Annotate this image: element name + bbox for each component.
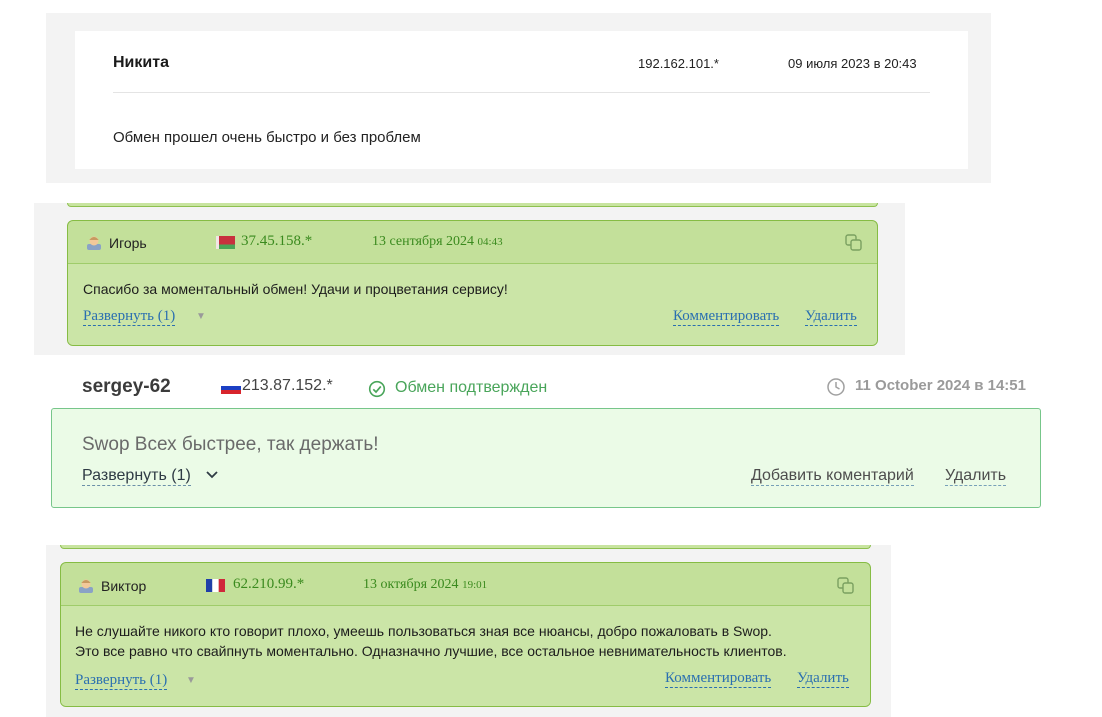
previous-review-edge (60, 545, 871, 549)
reviewer-name: Виктор (101, 578, 147, 594)
add-comment-link[interactable]: Добавить коментарий (751, 466, 914, 486)
review-date: 09 июля 2023 в 20:43 (788, 56, 917, 71)
review-date: 13 сентября 2024 04:43 (372, 234, 503, 250)
review-card-igor: Игорь 37.45.158.* 13 сентября 2024 04:43… (34, 203, 905, 355)
review-header: Игорь 37.45.158.* 13 сентября 2024 04:43 (68, 221, 877, 263)
previous-review-edge (67, 203, 878, 207)
france-flag-icon (206, 579, 225, 592)
expand-label: Развернуть (1) (75, 672, 168, 688)
reviewer-ip: 213.87.152.* (242, 377, 333, 394)
reviewer-ip: 62.210.99.* (233, 576, 305, 592)
chevron-down-icon[interactable] (205, 470, 219, 480)
reviewer-ip: 37.45.158.* (241, 233, 313, 249)
delete-link[interactable]: Удалить (945, 466, 1007, 486)
status-badge: Обмен подтвержден (395, 379, 548, 396)
review-header: Виктор 62.210.99.* 13 октября 2024 19:01 (61, 563, 870, 605)
user-avatar-icon (79, 579, 93, 593)
review-time: 04:43 (477, 236, 503, 248)
review-body: Не слушайте никого кто говорит плохо, ум… (61, 606, 870, 706)
chevron-down-icon: ▼ (196, 311, 206, 322)
copy-icon[interactable] (844, 233, 864, 253)
review-date-day: 13 сентября 2024 (372, 234, 475, 249)
review-text-line-2: Это все равно что свайпнуть моментально.… (75, 643, 787, 659)
review-time: 19:01 (462, 579, 488, 591)
review-date: 11 October 2024 в 14:51 (855, 377, 1026, 394)
delete-link[interactable]: Удалить (805, 308, 857, 326)
review-date-day: 13 октября 2024 (363, 577, 459, 592)
review-card-body: Никита 192.162.101.* 09 июля 2023 в 20:4… (75, 31, 968, 169)
expand-link[interactable]: Развернуть (1) (75, 672, 168, 690)
review-card-nikita: Никита 192.162.101.* 09 июля 2023 в 20:4… (46, 13, 991, 183)
reviewer-name: Никита (113, 54, 169, 71)
expand-link[interactable]: Развернуть (1) (83, 308, 176, 326)
belarus-flag-icon (216, 236, 235, 249)
user-avatar-icon (87, 236, 101, 250)
divider (113, 92, 930, 93)
clock-icon (827, 378, 845, 396)
copy-icon[interactable] (836, 576, 856, 596)
review-text: Swop Всех быстрее, так держать! (82, 434, 379, 455)
review-text: Спасибо за моментальный обмен! Удачи и п… (83, 281, 508, 297)
reviewer-ip: 192.162.101.* (638, 56, 719, 71)
expand-link[interactable]: Развернуть (1) (82, 466, 191, 486)
review-card-viktor: Виктор 62.210.99.* 13 октября 2024 19:01… (46, 545, 891, 717)
reviewer-name: sergey-62 (82, 376, 171, 397)
comment-link[interactable]: Комментировать (673, 308, 780, 326)
reviewer-name: Игорь (109, 235, 147, 251)
review-text-line-1: Не слушайте никого кто говорит плохо, ум… (75, 623, 772, 639)
russia-flag-icon (221, 382, 241, 394)
chevron-down-icon: ▼ (186, 675, 196, 686)
check-circle-icon (368, 380, 386, 398)
review-box: Виктор 62.210.99.* 13 октября 2024 19:01… (60, 562, 871, 707)
expand-label: Развернуть (1) (83, 308, 176, 324)
review-text: Обмен прошел очень быстро и без проблем (113, 129, 421, 146)
review-date: 13 октября 2024 19:01 (363, 577, 487, 593)
review-box (51, 408, 1041, 508)
review-box: Игорь 37.45.158.* 13 сентября 2024 04:43… (67, 220, 878, 346)
delete-link[interactable]: Удалить (797, 670, 849, 688)
comment-link[interactable]: Комментировать (665, 670, 772, 688)
review-body: Спасибо за моментальный обмен! Удачи и п… (68, 264, 877, 345)
